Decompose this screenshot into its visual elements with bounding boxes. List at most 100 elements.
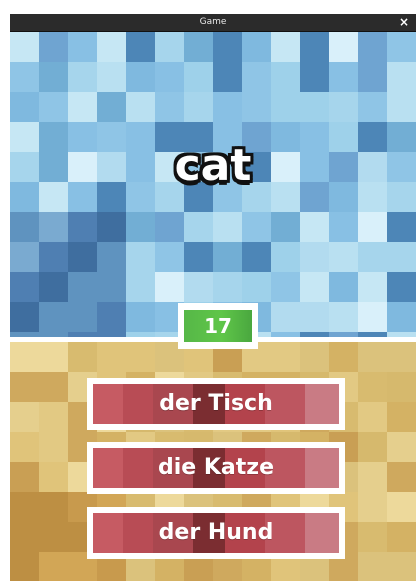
sky-tile (213, 242, 242, 272)
sky-tile (184, 242, 213, 272)
sky-tile (271, 62, 300, 92)
sand-tile (358, 432, 387, 462)
sky-tile (387, 62, 416, 92)
sky-tile (242, 242, 271, 272)
answer-button-die-katze[interactable]: die Katze (87, 442, 345, 494)
sky-tile (358, 272, 387, 302)
sand-tile (10, 402, 39, 432)
sky-tile (242, 62, 271, 92)
close-icon[interactable]: × (399, 15, 409, 29)
sky-tile (68, 62, 97, 92)
sky-tile (126, 92, 155, 122)
sand-tile (387, 402, 416, 432)
sand-tile (39, 522, 68, 552)
sand-tile (39, 432, 68, 462)
sky-tile (39, 32, 68, 62)
answer-button-der-hund[interactable]: der Hund (87, 507, 345, 559)
sky-tile (10, 242, 39, 272)
sky-tile (387, 92, 416, 122)
sand-tile (358, 372, 387, 402)
sky-tile (387, 242, 416, 272)
sky-tile (358, 242, 387, 272)
sky-tile (39, 92, 68, 122)
sky-tile (387, 212, 416, 242)
sky-tile (155, 62, 184, 92)
answer-button-der-tisch[interactable]: der Tisch (87, 378, 345, 430)
sky-tile (97, 32, 126, 62)
window-title: Game (199, 17, 227, 27)
sky-tile (387, 302, 416, 332)
sky-tile (126, 32, 155, 62)
sky-tile (68, 242, 97, 272)
sky-tile (39, 272, 68, 302)
sky-tile (155, 242, 184, 272)
sky-tile (126, 62, 155, 92)
sky-tile (213, 32, 242, 62)
sky-tile (358, 302, 387, 332)
sand-tile (358, 552, 387, 581)
sky-tile (271, 92, 300, 122)
sky-tile (300, 212, 329, 242)
sand-tile (387, 522, 416, 552)
sand-tile (358, 492, 387, 522)
answer-label: der Tisch (159, 391, 273, 416)
sand-tile (387, 462, 416, 492)
sky-tile (300, 242, 329, 272)
sky-tile (242, 272, 271, 302)
answer-label: die Katze (157, 455, 274, 480)
sky-tile (97, 302, 126, 332)
sky-tile (329, 62, 358, 92)
sky-tile (329, 272, 358, 302)
answer-tile: die Katze (93, 448, 339, 488)
sky-tile (10, 302, 39, 332)
sky-tile (39, 302, 68, 332)
sky-tile (271, 212, 300, 242)
sky-tile (97, 242, 126, 272)
sky-tile (68, 302, 97, 332)
sky-tile (300, 62, 329, 92)
prompt-word: cat (174, 140, 252, 191)
sand-tile (387, 342, 416, 372)
sky-tile (184, 212, 213, 242)
sand-tile (358, 462, 387, 492)
sky-tile (10, 92, 39, 122)
sand-tile (387, 432, 416, 462)
sand-tile (39, 552, 68, 581)
counter-box: 17 (178, 303, 258, 349)
sand-tile (10, 492, 39, 522)
sky-tile (39, 212, 68, 242)
sand-tile (387, 372, 416, 402)
sky-tile (242, 212, 271, 242)
answer-tile: der Hund (93, 513, 339, 553)
sand-tile (10, 552, 39, 581)
sky-tile (184, 62, 213, 92)
sky-tile (126, 242, 155, 272)
sky-tile (271, 32, 300, 62)
sky-tile (213, 272, 242, 302)
sand-tile (10, 342, 39, 372)
sand-tile (39, 402, 68, 432)
sky-tile (97, 272, 126, 302)
counter-value: 17 (184, 310, 252, 342)
sand-tile (387, 492, 416, 522)
sand-tile (97, 342, 126, 372)
sky-tile (68, 272, 97, 302)
sky-tile (358, 62, 387, 92)
sky-tile (126, 212, 155, 242)
sand-tile (126, 342, 155, 372)
sky-tile (271, 272, 300, 302)
sky-tile (155, 212, 184, 242)
answer-label: der Hund (158, 520, 274, 545)
sky-tile (10, 272, 39, 302)
sky-tile (329, 302, 358, 332)
sand-tile (39, 462, 68, 492)
sand-tile (271, 342, 300, 372)
sky-tile (358, 32, 387, 62)
sand-tile (300, 342, 329, 372)
sand-tile (10, 432, 39, 462)
sky-tile (68, 92, 97, 122)
sky-tile (68, 32, 97, 62)
sand-tile (358, 402, 387, 432)
sky-tile (213, 62, 242, 92)
sky-tile (387, 32, 416, 62)
